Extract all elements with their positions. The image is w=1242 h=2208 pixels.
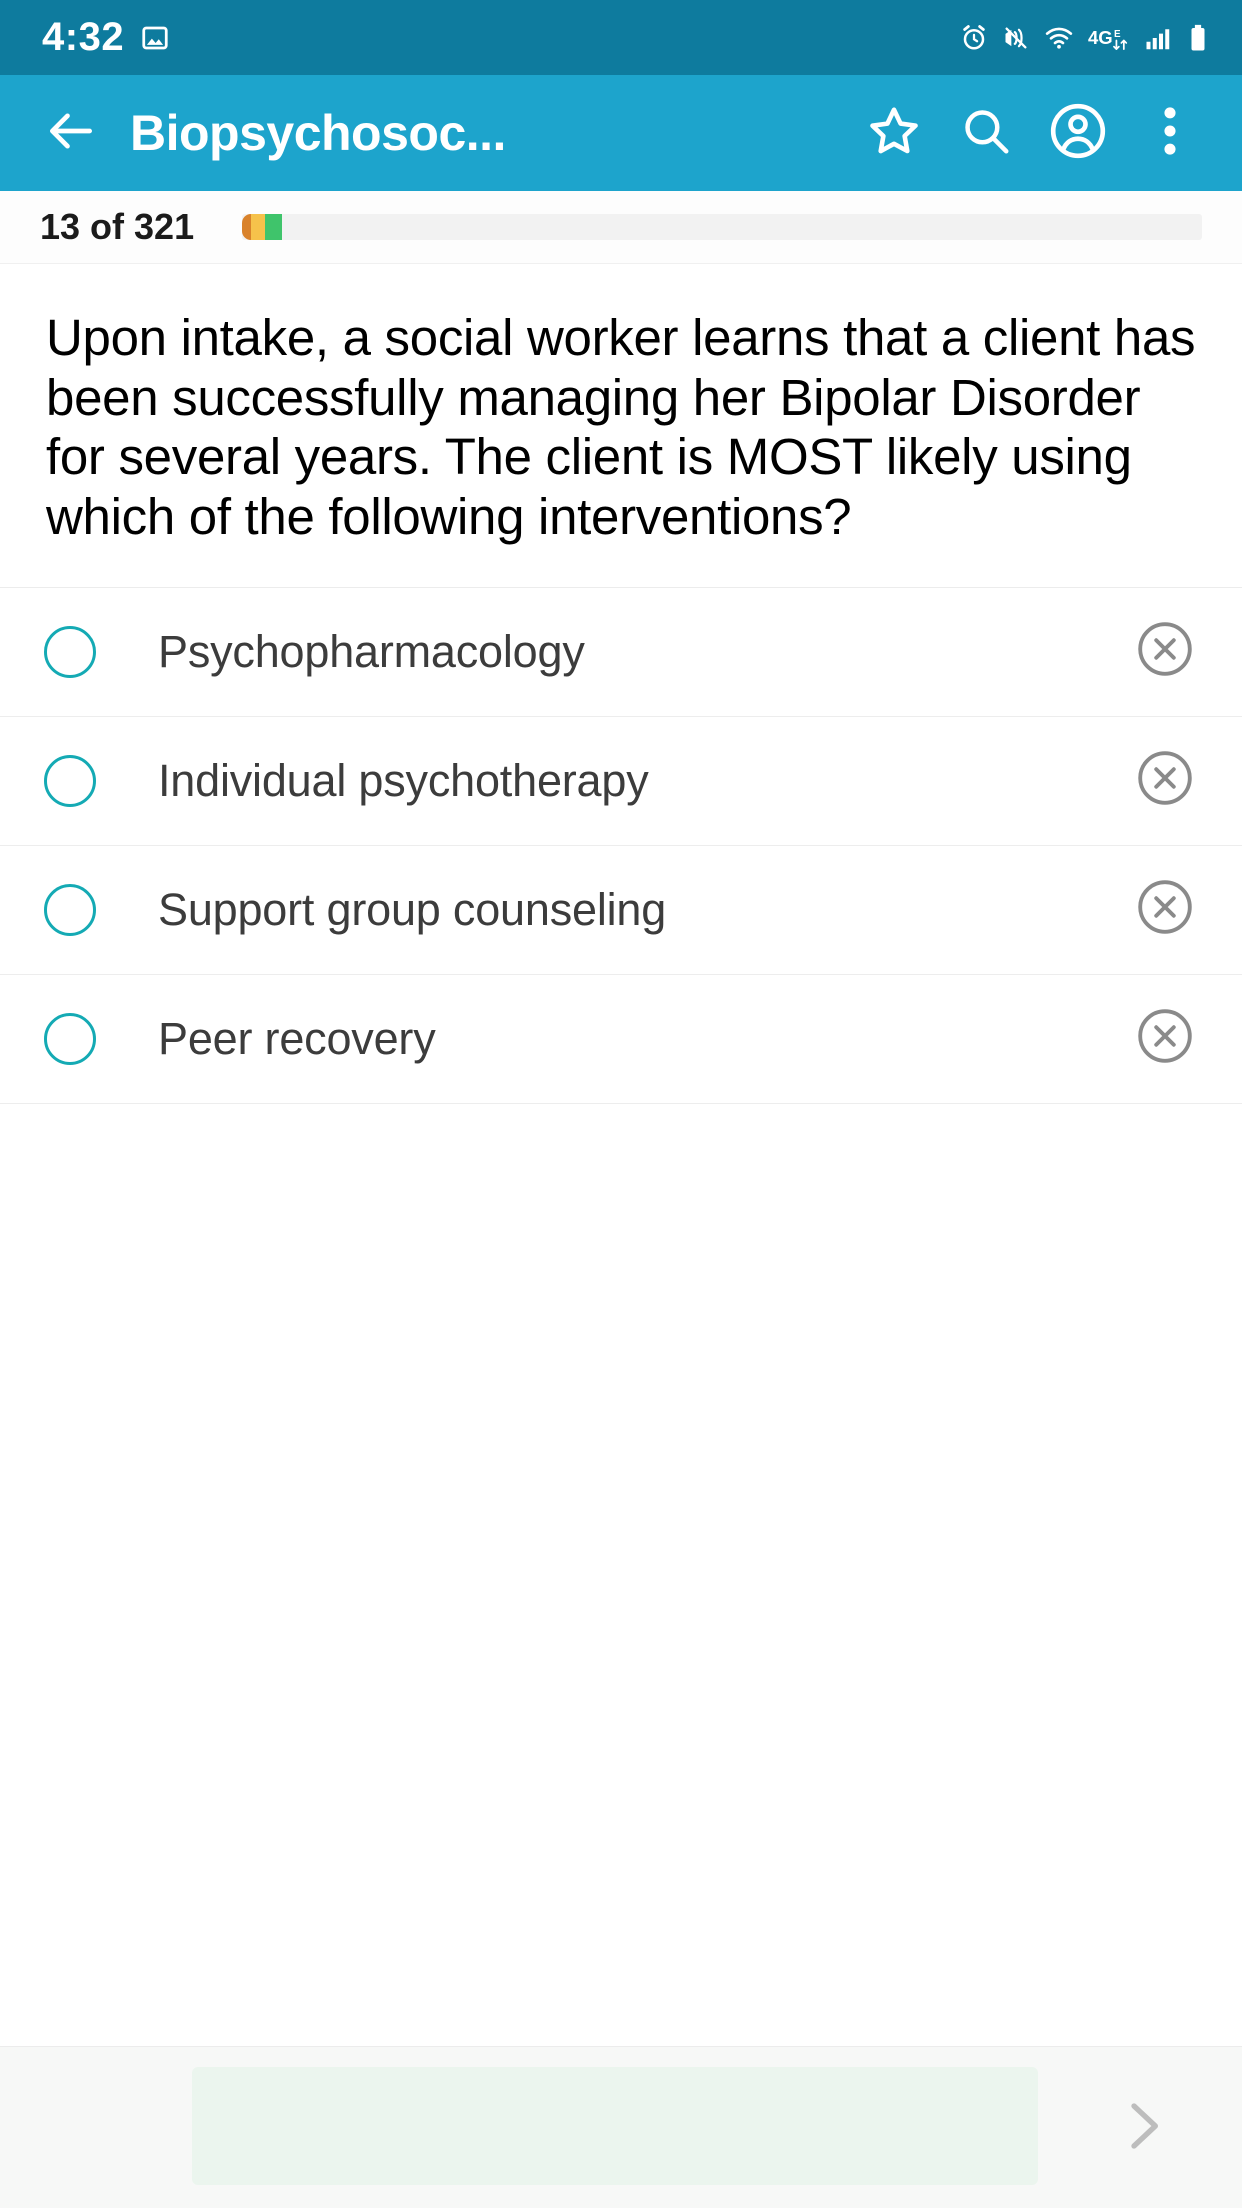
progress-bar bbox=[242, 214, 1202, 240]
answer-option-3[interactable]: Support group counseling bbox=[0, 845, 1242, 975]
answer-options-list: Psychopharmacology Individual psychother… bbox=[0, 587, 1242, 1104]
close-circle-icon bbox=[1134, 1005, 1196, 1072]
progress-segment-correct bbox=[265, 214, 283, 240]
cellular-signal-icon bbox=[1143, 23, 1175, 53]
bottom-bar bbox=[0, 2046, 1242, 2208]
account-circle-icon bbox=[1047, 100, 1109, 167]
overflow-menu-button[interactable] bbox=[1124, 87, 1216, 179]
radio-button-2[interactable] bbox=[44, 754, 96, 807]
status-bar-clock: 4:32 bbox=[42, 15, 125, 59]
submit-button[interactable] bbox=[192, 2067, 1038, 2185]
wifi-icon bbox=[1043, 23, 1075, 53]
eliminate-button-2[interactable] bbox=[1134, 750, 1196, 812]
status-bar-left: 4:32 bbox=[42, 15, 170, 60]
radio-button-4[interactable] bbox=[44, 1012, 96, 1065]
back-button[interactable] bbox=[34, 96, 108, 170]
answer-option-1[interactable]: Psychopharmacology bbox=[0, 587, 1242, 717]
image-icon bbox=[140, 23, 170, 53]
search-button[interactable] bbox=[940, 87, 1032, 179]
progress-segment-incorrect bbox=[242, 214, 252, 240]
close-circle-icon bbox=[1134, 747, 1196, 814]
svg-text:4G: 4G bbox=[1088, 27, 1113, 48]
favorite-button[interactable] bbox=[848, 87, 940, 179]
close-circle-icon bbox=[1134, 618, 1196, 685]
answer-option-label-1: Psychopharmacology bbox=[158, 625, 585, 677]
quiz-screen: 4:32 4G E Biopsychosoc... 13 of 321 Upon… bbox=[0, 0, 1242, 2208]
radio-button-3[interactable] bbox=[44, 883, 96, 936]
eliminate-button-4[interactable] bbox=[1134, 1008, 1196, 1070]
vibrate-icon bbox=[1002, 23, 1030, 53]
radio-button-1[interactable] bbox=[44, 625, 96, 678]
battery-icon bbox=[1188, 23, 1208, 53]
answer-option-2[interactable]: Individual psychotherapy bbox=[0, 716, 1242, 846]
question-text: Upon intake, a social worker learns that… bbox=[0, 264, 1242, 588]
next-question-button[interactable] bbox=[1082, 2047, 1202, 2208]
app-bar: Biopsychosoc... bbox=[0, 75, 1242, 191]
account-button[interactable] bbox=[1032, 87, 1124, 179]
answer-option-label-3: Support group counseling bbox=[158, 883, 667, 935]
chevron-right-icon bbox=[1110, 2094, 1174, 2163]
question-counter: 13 of 321 bbox=[40, 206, 195, 247]
status-bar-right: 4G E bbox=[959, 23, 1208, 53]
eliminate-button-1[interactable] bbox=[1134, 621, 1196, 683]
alarm-icon bbox=[959, 23, 989, 53]
star-icon bbox=[865, 102, 923, 165]
search-icon bbox=[959, 104, 1013, 163]
status-bar: 4:32 4G E bbox=[0, 0, 1242, 75]
close-circle-icon bbox=[1134, 876, 1196, 943]
network-4g-icon: 4G E bbox=[1088, 23, 1130, 53]
eliminate-button-3[interactable] bbox=[1134, 879, 1196, 941]
answer-option-4[interactable]: Peer recovery bbox=[0, 974, 1242, 1104]
progress-segment-flagged bbox=[251, 214, 266, 240]
overflow-menu-icon bbox=[1159, 102, 1181, 165]
progress-row: 13 of 321 bbox=[0, 191, 1242, 264]
answer-option-label-2: Individual psychotherapy bbox=[158, 754, 649, 806]
back-arrow-icon bbox=[43, 103, 99, 164]
answer-option-label-4: Peer recovery bbox=[158, 1012, 436, 1064]
page-title: Biopsychosoc... bbox=[130, 105, 506, 161]
svg-text:E: E bbox=[1114, 28, 1121, 39]
